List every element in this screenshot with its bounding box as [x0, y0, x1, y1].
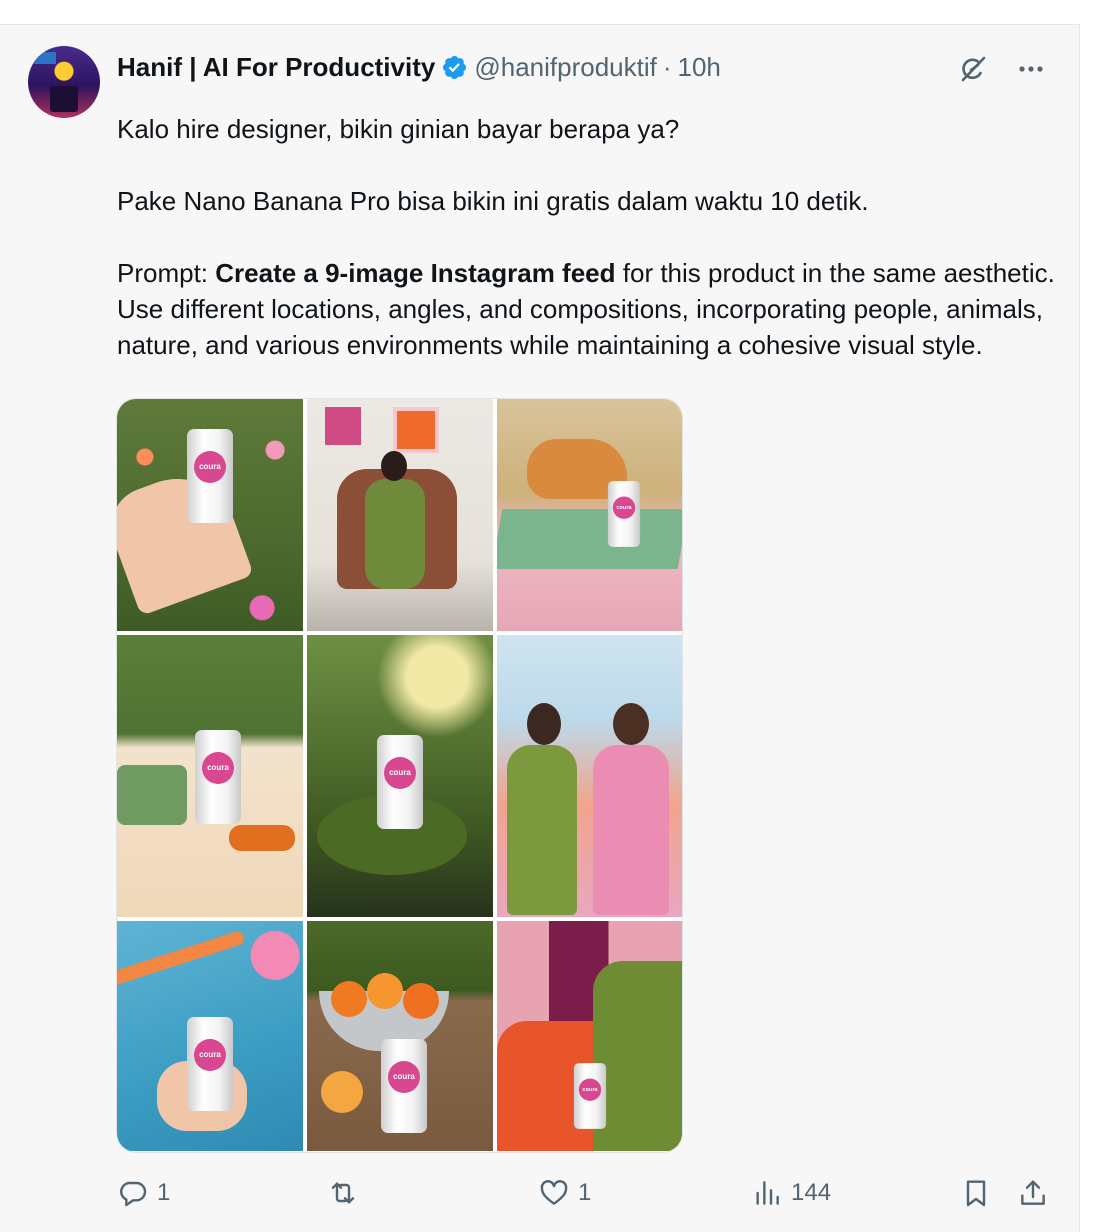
can-brand-label: coura [199, 462, 221, 471]
tweet-prompt: Prompt: Create a 9-image Instagram feed … [117, 255, 1057, 363]
timestamp[interactable]: 10h [678, 52, 721, 83]
grok-icon[interactable] [955, 51, 991, 87]
bookmark-button[interactable] [960, 1175, 992, 1211]
can-image: coura [187, 429, 233, 523]
views-icon [756, 1181, 779, 1205]
avatar[interactable] [28, 46, 100, 118]
media-tile-pool[interactable]: coura [117, 921, 303, 1151]
reply-icon [120, 1181, 147, 1207]
can-brand-label: coura [389, 768, 411, 777]
green-suit-shape [365, 479, 425, 589]
separator-dot: · [662, 51, 672, 82]
share-icon [1021, 1180, 1045, 1205]
views-count: 144 [791, 1179, 832, 1206]
wall-art-shape [393, 407, 439, 453]
media-tile-stream[interactable]: coura [307, 635, 493, 917]
media-tile-picnic[interactable]: coura [117, 635, 303, 917]
orange-shape [403, 983, 439, 1019]
can-image: coura [573, 1063, 607, 1129]
green-suit-shape [593, 961, 682, 1151]
avatar-banner-graphic [34, 52, 56, 64]
bookmark-icon [966, 1180, 986, 1207]
table-edge-shape [497, 509, 682, 569]
tweet-actions-bar: 1 1 144 [117, 1175, 1052, 1211]
orange-slice-shape [321, 1071, 363, 1113]
wall-art-shape [325, 407, 361, 445]
hand-shape [117, 462, 254, 616]
green-suit-shape [507, 745, 577, 915]
author-handle[interactable]: @hanifproduktif [474, 52, 657, 83]
orange-shape [331, 981, 367, 1017]
head-shape [527, 703, 561, 745]
tweet-header: Hanif | AI For Productivity @hanifproduk… [117, 49, 721, 85]
more-icon[interactable] [1013, 51, 1049, 87]
like-icon [540, 1180, 568, 1205]
author-name[interactable]: Hanif | AI For Productivity [117, 52, 435, 83]
sunglasses-shape [229, 825, 295, 851]
can-image: coura [607, 481, 641, 547]
tweet-line-2: Pake Nano Banana Pro bisa bikin ini grat… [117, 186, 869, 216]
pink-suit-shape [593, 745, 669, 915]
head-shape [613, 703, 649, 745]
views-button[interactable]: 144 [751, 1175, 831, 1211]
pool-noodle-shape [117, 929, 246, 987]
reply-count: 1 [157, 1179, 171, 1206]
verified-badge-icon [441, 54, 468, 81]
media-tile-flowers[interactable]: coura [117, 399, 303, 631]
can-brand-label: coura [207, 763, 229, 772]
can-brand-label: coura [199, 1050, 221, 1059]
media-tile-cat[interactable]: coura [497, 399, 682, 631]
media-tile-oranges[interactable]: coura [307, 921, 493, 1151]
camera-shape [117, 765, 187, 825]
tweet-text: Kalo hire designer, bikin ginian bayar b… [117, 111, 1057, 363]
can-image: coura [381, 1039, 427, 1133]
head-shape [381, 451, 407, 481]
prompt-label: Prompt: [117, 258, 216, 288]
media-tile-armchair[interactable] [307, 399, 493, 631]
can-brand-label: coura [616, 504, 632, 511]
can-brand-label: coura [393, 1072, 415, 1081]
tweet-card[interactable]: Hanif | AI For Productivity @hanifproduk… [0, 24, 1080, 1232]
orange-shape [367, 973, 403, 1009]
avatar-stage-graphic [50, 86, 78, 112]
repost-icon [331, 1182, 355, 1204]
tweet-line-1: Kalo hire designer, bikin ginian bayar b… [117, 114, 680, 144]
media-tile-sofa[interactable]: coura [497, 921, 682, 1151]
repost-button[interactable] [327, 1175, 367, 1211]
share-button[interactable] [1017, 1175, 1049, 1211]
tweet-top-actions [955, 51, 1049, 87]
can-image: coura [195, 730, 241, 824]
can-image: coura [377, 735, 423, 829]
like-count: 1 [578, 1179, 592, 1206]
media-tile-friends[interactable] [497, 635, 682, 917]
media-grid[interactable]: coura coura coura coura coura coura cour… [116, 398, 683, 1153]
can-image: coura [187, 1017, 233, 1111]
can-brand-label: coura [582, 1086, 598, 1093]
prompt-bold: Create a 9-image Instagram feed [215, 258, 616, 288]
like-button[interactable]: 1 [538, 1175, 591, 1211]
reply-button[interactable]: 1 [117, 1175, 170, 1211]
